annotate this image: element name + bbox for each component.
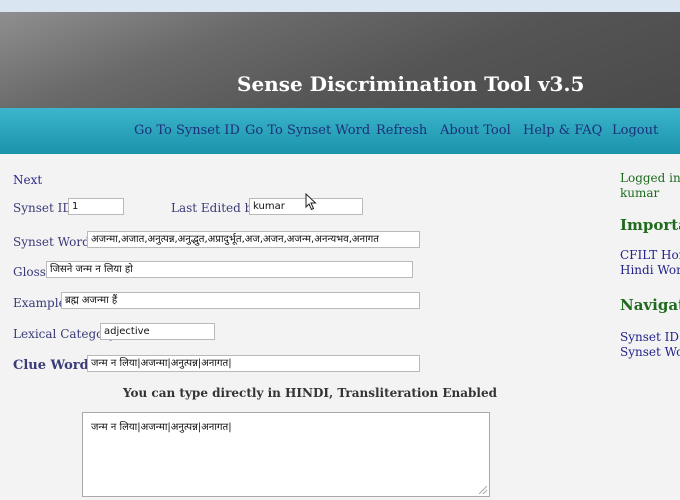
navigate-heading: Navigat	[620, 296, 680, 314]
nav-about-tool[interactable]: About Tool	[440, 123, 511, 138]
browser-top-strip	[0, 0, 680, 12]
clue-words-field[interactable]: जन्म न लिया|अजन्मा|अनुत्पन्न|अनागत|	[87, 355, 420, 372]
sidebar-link-hindi[interactable]: Hindi Wor	[620, 263, 680, 277]
nav-refresh[interactable]: Refresh	[376, 123, 427, 138]
textarea-content: जन्म न लिया|अजन्मा|अनुत्पन्न|अनागत|	[91, 422, 232, 433]
logged-in-user: kumar	[620, 186, 660, 200]
nav-go-to-synset-word[interactable]: Go To Synset Word	[245, 123, 370, 138]
nav-logout[interactable]: Logout	[612, 123, 658, 138]
logged-in-text: Logged in a	[620, 171, 680, 185]
header-banner: Sense Discrimination Tool v3.5	[0, 12, 680, 108]
synset-id-label: Synset ID:	[13, 201, 77, 215]
nav-bar: Go To Synset ID Go To Synset Word Refres…	[0, 108, 680, 154]
sidebar-link-synset-id[interactable]: Synset ID	[620, 330, 679, 344]
next-link[interactable]: Next	[13, 173, 42, 187]
synset-words-field[interactable]: अजन्मा,अजात,अनुत्पन्न,अनुद्भुत,अप्रादुर्…	[87, 231, 420, 248]
nav-help-faq[interactable]: Help & FAQ	[523, 123, 602, 138]
sidebar-link-synset-word[interactable]: Synset Wo	[620, 345, 680, 359]
example-field[interactable]: ब्रह्म अजन्मा हैं	[61, 292, 420, 309]
mouse-cursor-icon	[305, 193, 317, 211]
gloss-field[interactable]: जिसने जन्म न लिया हो	[46, 261, 413, 278]
synset-id-field[interactable]: 1	[68, 198, 124, 215]
sidebar-link-cfilt[interactable]: CFILT Hor	[620, 248, 680, 262]
transliteration-notice: You can type directly in HINDI, Translit…	[123, 386, 498, 400]
clue-words-textarea[interactable]: जन्म न लिया|अजन्मा|अनुत्पन्न|अनागत|	[82, 412, 490, 497]
lexical-category-field[interactable]: adjective	[100, 323, 215, 340]
gloss-label: Gloss:	[13, 265, 51, 279]
resize-grip-icon[interactable]	[479, 486, 487, 494]
important-heading: Importa	[620, 216, 680, 234]
app-title: Sense Discrimination Tool v3.5	[237, 72, 585, 96]
nav-go-to-synset-id[interactable]: Go To Synset ID	[134, 123, 240, 138]
